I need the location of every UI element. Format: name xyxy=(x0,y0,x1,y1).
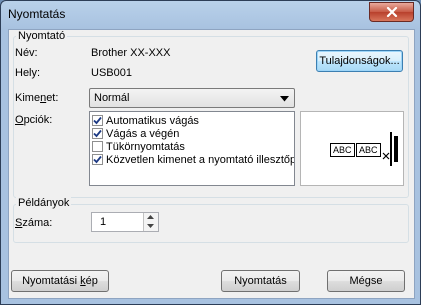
option-label: Automatikus vágás xyxy=(106,114,199,127)
options-list[interactable]: Automatikus vágás Vágás a végén Tükörnyo… xyxy=(89,111,295,186)
preview-tag-2: ABC xyxy=(356,143,381,157)
checkbox-auto-cut[interactable] xyxy=(92,115,103,126)
name-label: Név: xyxy=(15,47,38,59)
option-direct-output[interactable]: Közvetlen kimenet a nyomtató illesztőp xyxy=(92,153,295,166)
checkmark-icon xyxy=(93,129,102,138)
copies-group-label: Példányok xyxy=(16,197,72,209)
window-title: Nyomtatás xyxy=(8,7,66,21)
cancel-button[interactable]: Mégse xyxy=(327,270,405,292)
checkbox-cut-at-end[interactable] xyxy=(92,128,103,139)
output-label: Kimenet: xyxy=(15,92,59,104)
checkbox-direct-output[interactable] xyxy=(92,154,103,165)
printer-group-label: Nyomtató xyxy=(16,30,68,42)
location-label: Hely: xyxy=(15,67,41,79)
option-mirror-print[interactable]: Tükörnyomtatás xyxy=(92,140,185,153)
tape-end-icon xyxy=(390,132,398,166)
scissors-icon xyxy=(382,152,390,160)
chevron-down-icon xyxy=(280,96,289,102)
arrow-up-icon xyxy=(147,215,154,219)
option-label: Közvetlen kimenet a nyomtató illesztőp xyxy=(106,153,295,166)
output-selected-value: Normál xyxy=(94,92,130,104)
printer-name-value: Brother XX-XXX xyxy=(91,47,171,59)
checkbox-mirror-print[interactable] xyxy=(92,141,103,152)
properties-button-label: Tulajdonságok... xyxy=(319,55,400,67)
checkmark-icon xyxy=(93,155,102,164)
copies-count-value: 1 xyxy=(100,216,107,228)
output-select[interactable]: Normál xyxy=(89,88,295,108)
option-cut-at-end[interactable]: Vágás a végén xyxy=(92,127,179,140)
option-label: Tükörnyomtatás xyxy=(106,140,185,153)
copies-count-spinner[interactable]: 1 xyxy=(91,212,159,232)
preview-tag-1: ABC xyxy=(330,143,355,157)
option-auto-cut[interactable]: Automatikus vágás xyxy=(92,114,199,127)
title-bar[interactable]: Nyomtatás xyxy=(1,1,420,29)
close-button[interactable] xyxy=(369,2,414,22)
copies-count-label: Száma: xyxy=(15,217,53,229)
spin-down-button[interactable] xyxy=(143,222,158,231)
print-button-label: Nyomtatás xyxy=(234,275,287,287)
print-preview-button-label: Nyomtatási kép xyxy=(22,275,98,287)
print-preview-button[interactable]: Nyomtatási kép xyxy=(11,270,109,292)
checkmark-icon xyxy=(93,116,102,125)
print-dialog-window: Nyomtatás Nyomtató Név: Brother XX-XXX H… xyxy=(0,0,421,305)
options-label: Opciók: xyxy=(15,114,53,126)
location-value: USB001 xyxy=(91,67,132,79)
dialog-client-area: Nyomtató Név: Brother XX-XXX Hely: USB00… xyxy=(8,29,415,299)
close-icon xyxy=(386,7,397,17)
option-label: Vágás a végén xyxy=(106,127,180,140)
copies-group xyxy=(13,204,409,243)
properties-button[interactable]: Tulajdonságok... xyxy=(316,50,403,72)
label-preview: ABC ABC xyxy=(300,111,404,186)
arrow-down-icon xyxy=(147,224,154,228)
cancel-button-label: Mégse xyxy=(349,275,383,287)
print-button[interactable]: Nyomtatás xyxy=(221,270,300,292)
